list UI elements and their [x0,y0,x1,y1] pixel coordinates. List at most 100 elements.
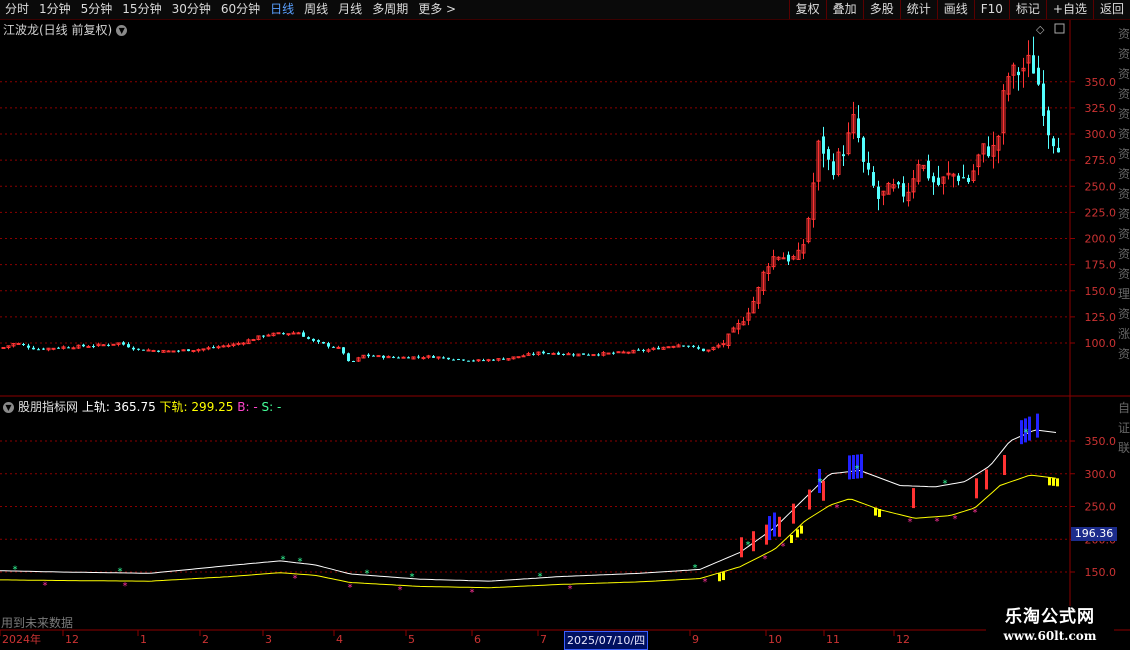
candle-body-up [216,346,221,349]
yellow-signal-bar [722,572,725,581]
candle-body-up [666,346,671,349]
candle-body-up [241,342,246,345]
candle-body-up [286,333,291,336]
candle-body-down [932,176,935,183]
candle-body-up [181,349,186,352]
candle-body-up [591,354,596,357]
candle-body-down [897,182,900,185]
buy-signal-star: * [470,587,475,598]
candle-body-up [86,345,91,348]
candle-body-down [32,347,35,350]
indicator-collapse-icon[interactable]: ▼ [3,402,14,413]
candle-body-down [347,353,350,362]
candle-body-down [1032,55,1035,74]
candle-body-down [22,344,25,346]
candle-body-down [392,356,395,358]
blue-signal-bar [773,512,776,537]
sell-signal-star: * [693,563,698,574]
candle-body-down [92,346,95,348]
candle-body-down [37,349,40,351]
x-axis-label: 9 [692,633,699,646]
candle-body-down [937,177,940,185]
sell-signal-star: * [365,569,370,580]
main-y-tick-label: 250.0 [1085,180,1117,193]
candle-body-up [401,356,406,359]
s-label: S: [261,400,274,414]
yellow-signal-bar [878,509,881,518]
candle-body-down [82,344,85,347]
stock-title: 江波龙(日线 前复权) [3,23,113,37]
candle-body-up [721,343,726,346]
candle-body-down [857,118,860,138]
candle-body-down [1042,83,1045,116]
candle-body-up [266,334,271,337]
candle-body-down [307,337,310,339]
sell-signal-star: * [746,540,751,551]
candle-body-up [521,355,526,358]
x-axis-label: 2024年 [2,632,41,646]
candle-body-down [282,333,285,335]
watermark-url: www.60lt.com [1003,629,1097,643]
candle-body-down [682,345,685,347]
candle-body-up [376,355,381,358]
candle-body-down [187,349,190,352]
candle-body-down [457,359,460,361]
candlestick-group [1,36,1060,363]
candle-body-down [832,161,835,176]
candle-body-down [697,347,700,349]
x-axis-label: 3 [265,633,272,646]
candle-body-down [692,345,695,347]
buy-signal-star: * [763,554,768,565]
sell-signal-star: * [1024,427,1029,438]
candle-body-up [621,351,626,354]
red-signal-bar [778,516,781,537]
candle-body-down [127,344,130,348]
candle-body-down [867,162,870,170]
yellow-signal-bar [718,573,721,582]
candle-body-up [146,349,151,352]
candle-body-down [962,177,965,179]
candle-body-down [502,358,505,360]
candle-body-down [702,348,705,352]
candle-body-down [1052,138,1055,147]
x-axis-label: 4 [336,633,343,646]
candle-body-down [967,177,970,182]
candle-body-down [492,359,495,361]
watermark-name: 乐淘公式网 [1005,607,1095,627]
yellow-signal-bar [800,525,803,534]
red-signal-bar [765,524,768,545]
candle-body-up [606,352,611,355]
candle-body-down [1047,110,1050,136]
candle-body-down [157,350,160,352]
indicator-name: 股朋指标网 [18,400,79,414]
x-axis-label: 6 [474,633,481,646]
red-signal-bar [912,488,915,509]
candle-body-up [706,349,711,352]
buy-signal-star: * [293,574,298,585]
candle-body-up [71,347,76,350]
candle-body-up [616,351,621,354]
candle-body-up [626,351,631,354]
candle-body-up [566,353,571,356]
candle-body-down [562,353,565,355]
sell-signal-star: * [818,477,823,488]
candle-body-down [372,355,375,357]
candle-body-up [421,357,426,360]
buy-signal-star: * [835,503,840,514]
x-axis-label: 5 [408,633,415,646]
collapse-icon[interactable]: ▼ [116,25,128,36]
candle-body-down [902,183,905,197]
yellow-signal-bar [874,507,877,516]
candle-body-down [957,175,960,182]
blue-signal-bar [768,516,771,541]
candle-body-down [472,360,475,362]
upper-band-line [0,429,1057,582]
sell-signal-star: * [855,464,860,475]
red-signal-bar [975,478,978,499]
red-signal-bar [985,469,988,490]
sell-signal-star: * [298,556,303,567]
candle-body-up [1,347,6,350]
candle-body-up [151,349,156,352]
candle-body-down [332,346,335,348]
candle-body-down [822,136,825,154]
